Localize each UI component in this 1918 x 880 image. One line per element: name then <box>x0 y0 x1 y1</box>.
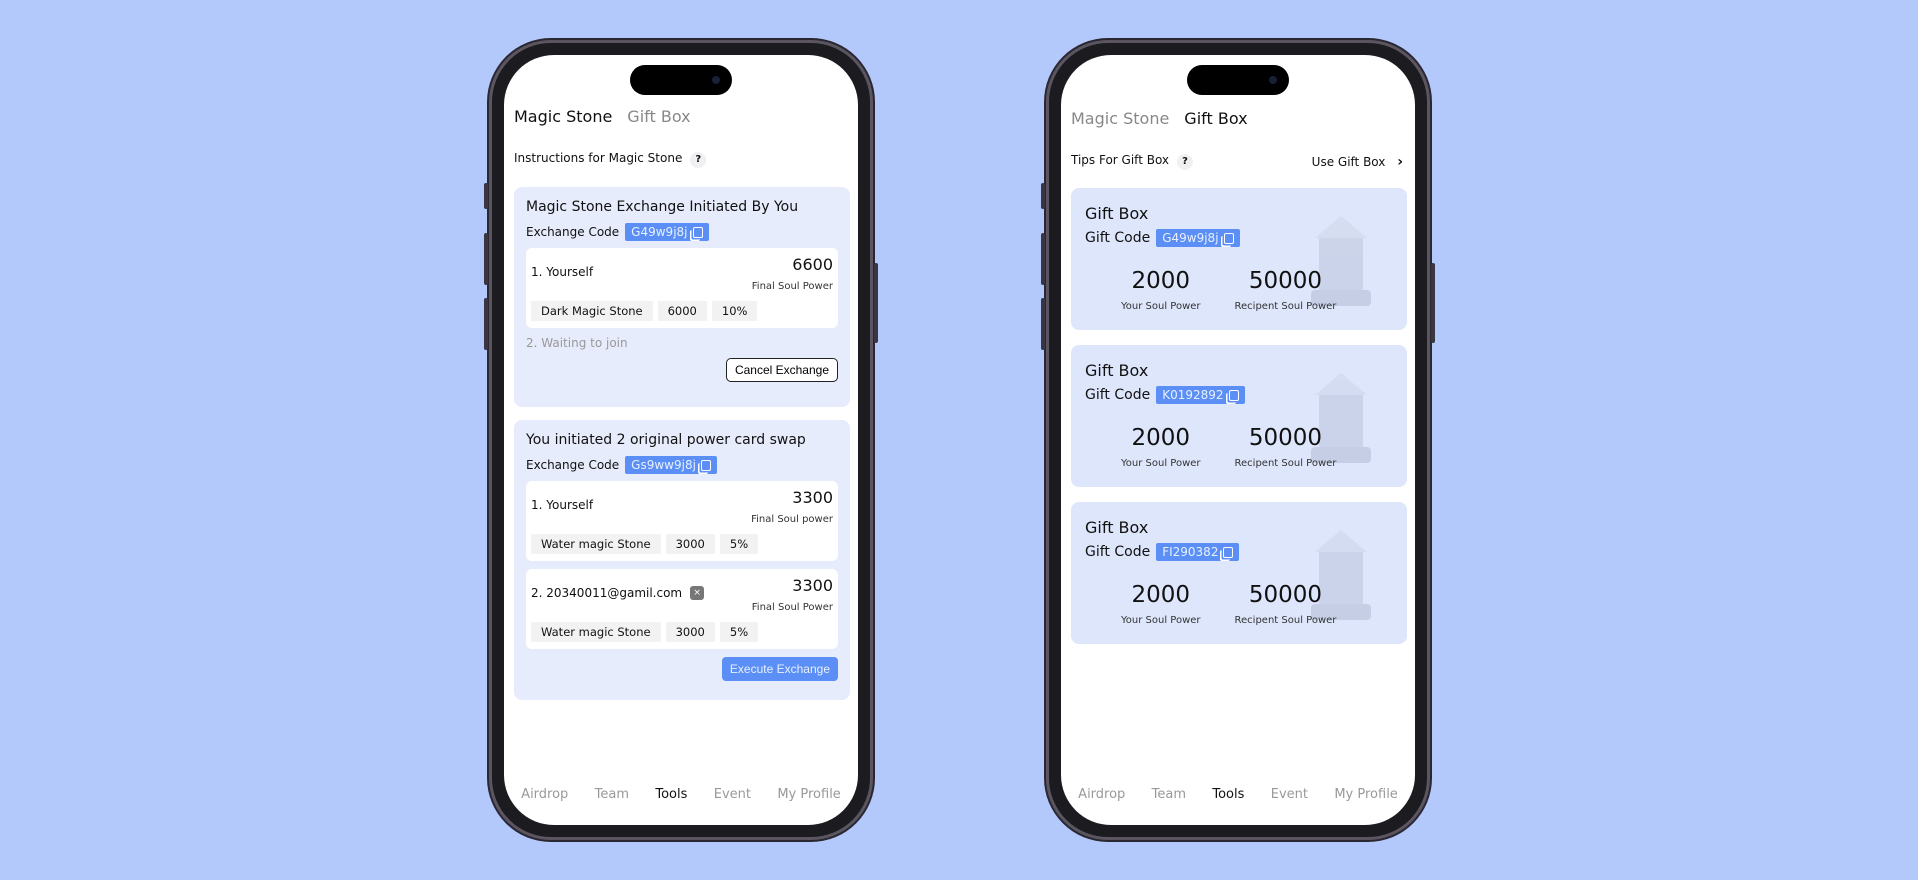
tips-link[interactable]: Tips For Gift Box <box>1071 153 1169 167</box>
party-value: 6600 <box>792 255 833 274</box>
remove-icon[interactable]: × <box>690 586 705 600</box>
screen-magic-stone: Magic Stone Gift Box Instructions for Ma… <box>504 55 858 825</box>
tab-gift-box[interactable]: Gift Box <box>1184 109 1247 128</box>
party-card: 2. 20340011@gamil.com × 3300 Final Soul Po… <box>526 569 838 649</box>
your-soul-power-label: Your Soul Power <box>1121 458 1201 469</box>
instructions-link[interactable]: Instructions for Magic Stone <box>514 151 682 165</box>
use-gift-box-link[interactable]: Use Gift Box › <box>1312 154 1403 170</box>
tab-bar: Magic Stone Gift Box <box>514 107 691 126</box>
party-value: 3300 <box>792 488 833 507</box>
gift-box-card: Gift Box Gift Code K0192892 2000 Your Sou… <box>1071 345 1407 487</box>
gift-code-label: Gift Code <box>1085 387 1151 403</box>
gift-code[interactable]: G49w9j8j <box>1156 229 1240 247</box>
your-soul-power-label: Your Soul Power <box>1121 301 1201 312</box>
nav-my-profile[interactable]: My Profile <box>777 787 840 802</box>
code-label: Exchange Code <box>526 225 620 239</box>
nav-tools[interactable]: Tools <box>655 787 687 802</box>
copy-icon[interactable] <box>692 226 703 238</box>
party-name: 1. Yourself <box>531 265 594 279</box>
nav-my-profile[interactable]: My Profile <box>1334 787 1397 802</box>
gift-code-label: Gift Code <box>1085 230 1151 246</box>
copy-icon[interactable] <box>1223 232 1234 244</box>
party-value-label: Final Soul Power <box>751 281 833 292</box>
copy-icon[interactable] <box>1228 389 1239 401</box>
party-card: 1. Yourself 3300 Final Soul power Water m… <box>526 481 838 561</box>
recipient-soul-power-label: Recipent Soul Power <box>1234 615 1337 626</box>
stone-chip: Dark Magic Stone <box>531 301 653 321</box>
nav-team[interactable]: Team <box>1152 787 1186 802</box>
gift-box-card: Gift Box Gift Code FI290382 2000 Your Sou… <box>1071 502 1407 644</box>
bottom-nav: Airdrop Team Tools Event My Profile <box>1061 787 1415 802</box>
code-value: FI290382 <box>1162 545 1219 559</box>
gift-code[interactable]: FI290382 <box>1156 543 1240 561</box>
party-value-label: Final Soul Power <box>751 602 833 613</box>
copy-icon[interactable] <box>700 459 711 471</box>
your-soul-power: 2000 <box>1131 268 1191 294</box>
code-value: K0192892 <box>1162 388 1224 402</box>
code-value: G49w9j8j <box>631 225 688 239</box>
waiting-text: 2. Waiting to join <box>526 336 628 350</box>
party-name: 2. 20340011@gamil.com <box>531 586 683 600</box>
nav-airdrop[interactable]: Airdrop <box>521 787 568 802</box>
gift-code-label: Gift Code <box>1085 544 1151 560</box>
gift-code[interactable]: K0192892 <box>1156 386 1245 404</box>
code-value: G49w9j8j <box>1162 231 1219 245</box>
stone-chip: Water magic Stone <box>531 534 661 554</box>
bottom-nav: Airdrop Team Tools Event My Profile <box>504 787 858 802</box>
percent-chip: 5% <box>719 622 759 642</box>
dynamic-island <box>630 65 732 95</box>
tab-gift-box[interactable]: Gift Box <box>627 107 690 126</box>
card-title: Magic Stone Exchange Initiated By You <box>526 199 799 215</box>
phone-frame-left: Magic Stone Gift Box Instructions for Ma… <box>484 40 878 840</box>
cancel-exchange-button[interactable]: Cancel Exchange <box>725 358 838 382</box>
nav-airdrop[interactable]: Airdrop <box>1078 787 1125 802</box>
recipient-soul-power: 50000 <box>1248 268 1323 294</box>
chevron-right-icon: › <box>1397 153 1403 170</box>
nav-tools[interactable]: Tools <box>1212 787 1244 802</box>
exchange-card-2: You initiated 2 original power card swap… <box>514 420 850 700</box>
recipient-soul-power-label: Recipent Soul Power <box>1234 301 1337 312</box>
tab-magic-stone[interactable]: Magic Stone <box>514 107 612 126</box>
tab-magic-stone[interactable]: Magic Stone <box>1071 109 1169 128</box>
amount-chip: 3000 <box>665 534 715 554</box>
amount-chip: 3000 <box>665 622 715 642</box>
party-value: 3300 <box>792 576 833 595</box>
help-icon[interactable]: ? <box>1177 154 1194 170</box>
nav-event[interactable]: Event <box>714 787 751 802</box>
exchange-card-1: Magic Stone Exchange Initiated By You Ex… <box>514 187 850 407</box>
execute-exchange-button[interactable]: Execute Exchange <box>721 657 838 681</box>
dynamic-island <box>1187 65 1289 95</box>
stone-chip: Water magic Stone <box>531 622 661 642</box>
percent-chip: 10% <box>711 301 758 321</box>
recipient-soul-power: 50000 <box>1248 425 1323 451</box>
help-icon[interactable]: ? <box>690 152 707 168</box>
your-soul-power: 2000 <box>1131 425 1191 451</box>
code-value: Gs9ww9j8j <box>631 458 696 472</box>
party-value-label: Final Soul power <box>751 514 833 525</box>
tips-row: Tips For Gift Box? Use Gift Box › <box>1071 153 1403 170</box>
code-label: Exchange Code <box>526 458 620 472</box>
exchange-code[interactable]: G49w9j8j <box>625 223 709 241</box>
exchange-code[interactable]: Gs9ww9j8j <box>625 456 717 474</box>
instructions-row: Instructions for Magic Stone? <box>514 151 846 168</box>
phone-frame-right: Magic Stone Gift Box Tips For Gift Box? … <box>1041 40 1435 840</box>
gift-box-card: Gift Box Gift Code G49w9j8j 2000 Your Sou… <box>1071 188 1407 330</box>
party-name: 1. Yourself <box>531 498 594 512</box>
use-gift-box-label: Use Gift Box <box>1311 154 1386 169</box>
recipient-soul-power-label: Recipent Soul Power <box>1234 458 1337 469</box>
tab-bar: Magic Stone Gift Box <box>1071 109 1248 128</box>
copy-icon[interactable] <box>1223 546 1234 558</box>
nav-event[interactable]: Event <box>1271 787 1308 802</box>
party-card: 1. Yourself 6600 Final Soul Power Dark Ma… <box>526 248 838 328</box>
recipient-soul-power: 50000 <box>1248 582 1323 608</box>
your-soul-power: 2000 <box>1131 582 1191 608</box>
card-title: You initiated 2 original power card swap <box>526 432 806 448</box>
your-soul-power-label: Your Soul Power <box>1121 615 1201 626</box>
amount-chip: 6000 <box>657 301 707 321</box>
screen-gift-box: Magic Stone Gift Box Tips For Gift Box? … <box>1061 55 1415 825</box>
percent-chip: 5% <box>719 534 759 554</box>
nav-team[interactable]: Team <box>595 787 629 802</box>
